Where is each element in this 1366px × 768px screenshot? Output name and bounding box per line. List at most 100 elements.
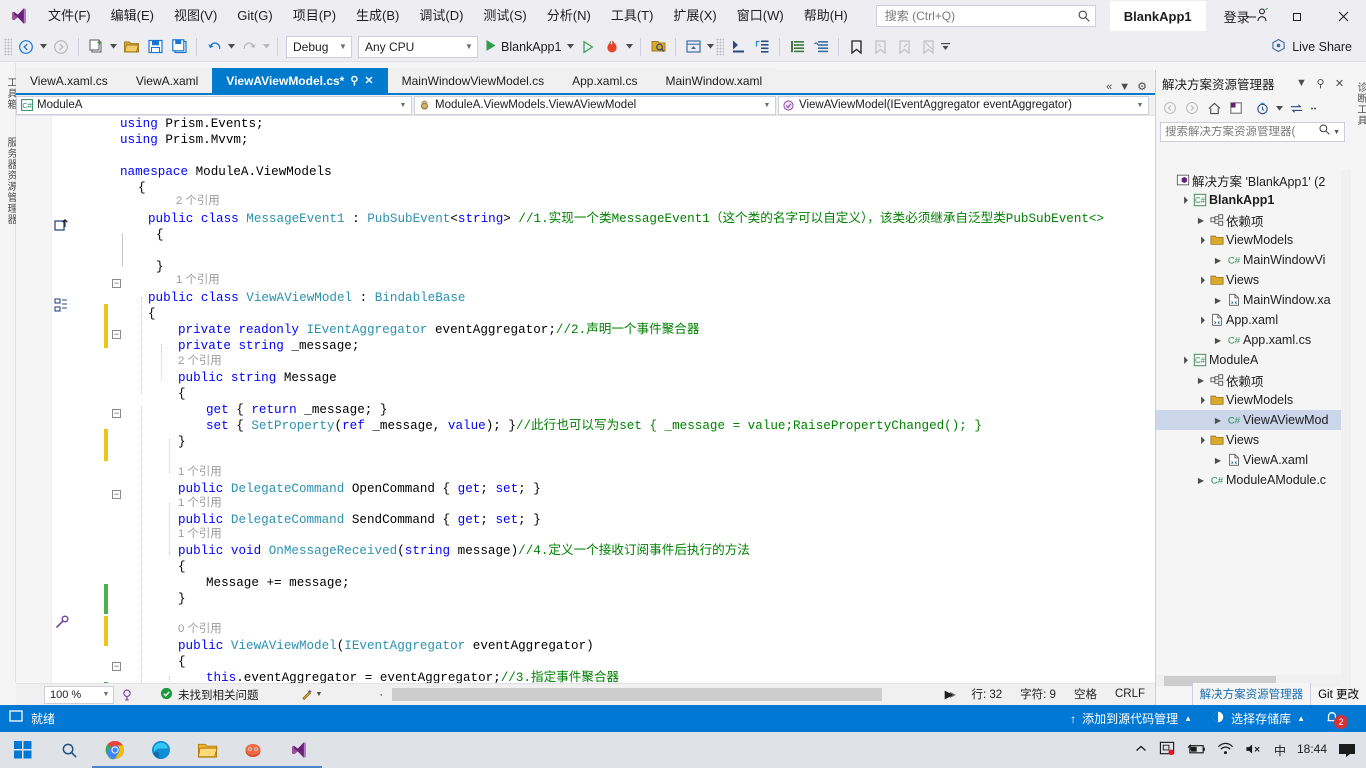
menu-edit[interactable]: 编辑(E) bbox=[101, 4, 164, 28]
expander-expanded-icon[interactable]: ◢ bbox=[1193, 232, 1209, 248]
close-panel-icon[interactable]: ✕ bbox=[1332, 74, 1347, 92]
codelens-reference-count[interactable]: 2 个引用 bbox=[176, 194, 220, 210]
expander-collapsed-icon[interactable]: ▶ bbox=[1194, 476, 1208, 485]
tree-node[interactable]: ◢ C# BlankApp1 bbox=[1156, 190, 1352, 210]
diagnostic-tools-vertical-tab[interactable]: 诊断工具 bbox=[1352, 76, 1366, 132]
taskbar-edge-icon[interactable] bbox=[138, 732, 184, 768]
panel-menu-dropdown-icon[interactable]: ▼ bbox=[1294, 74, 1309, 92]
active-files-dropdown-icon[interactable]: ▼ bbox=[1119, 81, 1130, 93]
start-debug-button[interactable]: BlankApp1 bbox=[481, 35, 565, 59]
codelens-reference-count[interactable]: 1 个引用 bbox=[178, 496, 222, 512]
search-input[interactable] bbox=[884, 9, 1077, 23]
tree-node[interactable]: ◢ C# ModuleA bbox=[1156, 350, 1352, 370]
code-line[interactable]: get { return _message; } bbox=[206, 403, 387, 419]
codelens-reference-count[interactable]: 1 个引用 bbox=[178, 527, 222, 543]
expander-expanded-icon[interactable]: ◢ bbox=[1193, 272, 1209, 288]
select-element-icon[interactable] bbox=[646, 35, 670, 59]
next-bookmark-icon[interactable] bbox=[892, 35, 916, 59]
start-button-icon[interactable] bbox=[0, 732, 46, 768]
code-line[interactable]: private string _message; bbox=[178, 339, 359, 355]
menu-bar[interactable]: 文件(F) 编辑(E) 视图(V) Git(G) 项目(P) 生成(B) 调试(… bbox=[38, 0, 858, 32]
onedrive-sync-icon[interactable] bbox=[1159, 740, 1176, 760]
code-line[interactable]: public void OnMessageReceived(string mes… bbox=[178, 544, 750, 560]
code-line[interactable]: public class ViewAViewModel : BindableBa… bbox=[148, 291, 465, 307]
menu-extensions[interactable]: 扩展(X) bbox=[663, 4, 726, 28]
code-line[interactable]: { bbox=[178, 560, 186, 576]
home-icon[interactable] bbox=[1204, 98, 1224, 118]
menu-window[interactable]: 窗口(W) bbox=[727, 4, 794, 28]
ime-mode-indicator[interactable]: 中 bbox=[1274, 742, 1286, 759]
expander-collapsed-icon[interactable]: ▶ bbox=[1211, 296, 1225, 305]
tree-node[interactable]: ◢ App.xaml bbox=[1156, 310, 1352, 330]
close-button[interactable] bbox=[1320, 0, 1366, 32]
live-visual-tree-icon[interactable] bbox=[681, 35, 705, 59]
codelens-reference-count[interactable]: 1 个引用 bbox=[176, 273, 220, 289]
navigate-backward-icon[interactable] bbox=[14, 35, 38, 59]
codelens-reference-count[interactable]: 2 个引用 bbox=[178, 354, 222, 370]
code-line[interactable]: { bbox=[148, 307, 156, 323]
code-line[interactable]: using Prism.Mvvm; bbox=[120, 133, 249, 149]
expander-expanded-icon[interactable]: ◢ bbox=[1193, 312, 1209, 328]
tree-node[interactable]: ◢ Views bbox=[1156, 270, 1352, 290]
global-search-box[interactable] bbox=[875, 5, 1096, 27]
toolbar-grip[interactable] bbox=[716, 37, 725, 56]
navbar-project-dropdown[interactable]: C# ModuleA ▼ bbox=[16, 95, 412, 115]
navigate-forward-icon[interactable] bbox=[1182, 98, 1202, 118]
taskbar-clock[interactable]: 18:44 bbox=[1297, 743, 1327, 756]
menu-debug[interactable]: 调试(D) bbox=[409, 4, 473, 28]
chevron-down-icon[interactable] bbox=[1274, 98, 1284, 118]
tree-node[interactable]: ◢ ViewModels bbox=[1156, 230, 1352, 250]
toolbar-overflow-icon[interactable] bbox=[1308, 98, 1320, 118]
solution-tree[interactable]: 解决方案 'BlankApp1' (2 ◢ C# BlankApp1 ▶ 依赖项 ◢ View… bbox=[1156, 170, 1352, 695]
tab-settings-gear-icon[interactable]: ⚙ bbox=[1137, 80, 1147, 93]
step-out-icon[interactable] bbox=[750, 35, 774, 59]
navigate-backward-dropdown-icon[interactable] bbox=[38, 35, 49, 59]
undo-dropdown-icon[interactable] bbox=[226, 35, 237, 59]
menu-file[interactable]: 文件(F) bbox=[38, 4, 101, 28]
expander-collapsed-icon[interactable]: ▶ bbox=[1194, 376, 1208, 385]
previous-bookmark-icon[interactable] bbox=[868, 35, 892, 59]
open-file-icon[interactable] bbox=[119, 35, 143, 59]
codelens-reference-count[interactable]: 0 个引用 bbox=[178, 622, 222, 638]
tree-node[interactable]: ▶ 依赖项 bbox=[1156, 210, 1352, 230]
redo-dropdown-icon[interactable] bbox=[261, 35, 272, 59]
expander-collapsed-icon[interactable]: ▶ bbox=[1211, 336, 1225, 345]
search-options-dropdown-icon[interactable]: ▼ bbox=[1331, 129, 1342, 136]
minimize-button[interactable] bbox=[1228, 0, 1274, 32]
save-all-icon[interactable] bbox=[167, 35, 191, 59]
tree-node[interactable]: ▶ MainWindow.xa bbox=[1156, 290, 1352, 310]
navbar-member-dropdown[interactable]: ViewAViewModel(IEventAggregator eventAgg… bbox=[778, 95, 1149, 115]
code-line[interactable]: public ViewAViewModel(IEventAggregator e… bbox=[178, 639, 594, 655]
navigate-forward-icon[interactable] bbox=[49, 35, 73, 59]
start-without-debug-icon[interactable] bbox=[576, 35, 600, 59]
solution-explorer-view-icon[interactable] bbox=[1226, 98, 1246, 118]
tree-node[interactable]: ▶ C# ViewAViewMod bbox=[1156, 410, 1352, 430]
taskbar-chrome-icon[interactable] bbox=[92, 732, 138, 768]
notification-center-icon[interactable] bbox=[1338, 743, 1356, 758]
start-debug-dropdown-icon[interactable] bbox=[565, 35, 576, 59]
solution-name-chip[interactable]: BlankApp1 bbox=[1109, 1, 1206, 31]
toolbar-overflow-icon[interactable] bbox=[940, 35, 951, 59]
navigate-back-icon[interactable] bbox=[1160, 98, 1180, 118]
tree-node[interactable]: 解决方案 'BlankApp1' (2 bbox=[1156, 170, 1352, 190]
code-cleanup-button[interactable]: ▼ bbox=[299, 687, 322, 702]
taskbar-search-icon[interactable] bbox=[46, 732, 92, 768]
clear-bookmarks-icon[interactable] bbox=[916, 35, 940, 59]
add-to-source-control-button[interactable]: ↑ 添加到源代码管理 ▲ bbox=[1062, 705, 1200, 732]
hot-reload-dropdown-icon[interactable] bbox=[624, 35, 635, 59]
code-line[interactable]: public string Message bbox=[178, 371, 337, 387]
tree-node[interactable]: ◢ Views bbox=[1156, 430, 1352, 450]
wifi-icon[interactable] bbox=[1217, 742, 1234, 759]
code-line[interactable]: public DelegateCommand OpenCommand { get… bbox=[178, 482, 541, 498]
expander-collapsed-icon[interactable]: ▶ bbox=[1211, 416, 1225, 425]
menu-analyze[interactable]: 分析(N) bbox=[537, 4, 601, 28]
menu-project[interactable]: 项目(P) bbox=[283, 4, 346, 28]
expander-expanded-icon[interactable]: ◢ bbox=[1176, 352, 1192, 368]
navbar-type-dropdown[interactable]: ModuleA.ViewModels.ViewAViewModel ▼ bbox=[414, 95, 776, 115]
tab-mainwindowviewmodel-cs[interactable]: MainWindowViewModel.cs bbox=[387, 68, 559, 93]
sync-with-active-document-icon[interactable] bbox=[1286, 98, 1306, 118]
new-project-dropdown-icon[interactable] bbox=[108, 35, 119, 59]
code-line[interactable]: namespace ModuleA.ViewModels bbox=[120, 165, 332, 181]
menu-git[interactable]: Git(G) bbox=[227, 4, 282, 28]
taskbar-app-icon[interactable] bbox=[230, 732, 276, 768]
